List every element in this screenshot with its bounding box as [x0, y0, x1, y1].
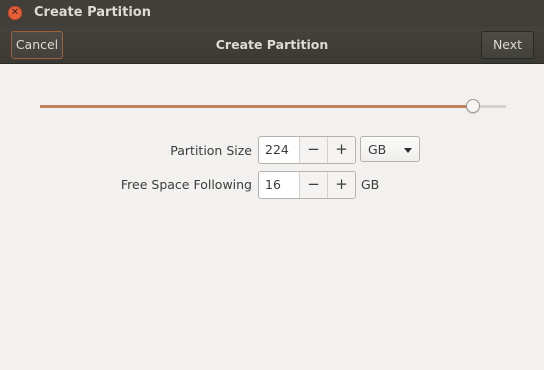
free-space-increment-button[interactable]: + [327, 172, 355, 198]
free-space-decrement-button[interactable]: − [299, 172, 327, 198]
partition-size-input[interactable]: 224 [259, 137, 299, 163]
window-close-button[interactable]: ✕ [8, 6, 22, 20]
dialog-title: Create Partition [215, 37, 329, 52]
free-space-spinner: 16 − + [258, 171, 356, 199]
header-bar: Cancel Create Partition Next [0, 27, 544, 64]
size-unit-value: GB [368, 142, 387, 157]
partition-size-decrement-button[interactable]: − [299, 137, 327, 163]
partition-size-spinner: 224 − + [258, 136, 356, 164]
chevron-down-icon [404, 148, 412, 153]
partition-size-label: Partition Size [170, 143, 252, 158]
window-title: Create Partition [34, 5, 151, 20]
free-space-label: Free Space Following [120, 177, 252, 192]
slider-handle[interactable] [466, 99, 481, 113]
free-space-input[interactable]: 16 [259, 172, 299, 198]
size-unit-select[interactable]: GB [360, 136, 420, 162]
partition-size-slider[interactable] [40, 105, 506, 108]
free-space-unit: GB [361, 177, 380, 192]
next-button[interactable]: Next [481, 31, 534, 59]
window-titlebar: ✕ Create Partition [0, 0, 544, 27]
slider-fill [40, 105, 474, 108]
partition-size-increment-button[interactable]: + [327, 137, 355, 163]
close-icon: ✕ [10, 7, 20, 18]
